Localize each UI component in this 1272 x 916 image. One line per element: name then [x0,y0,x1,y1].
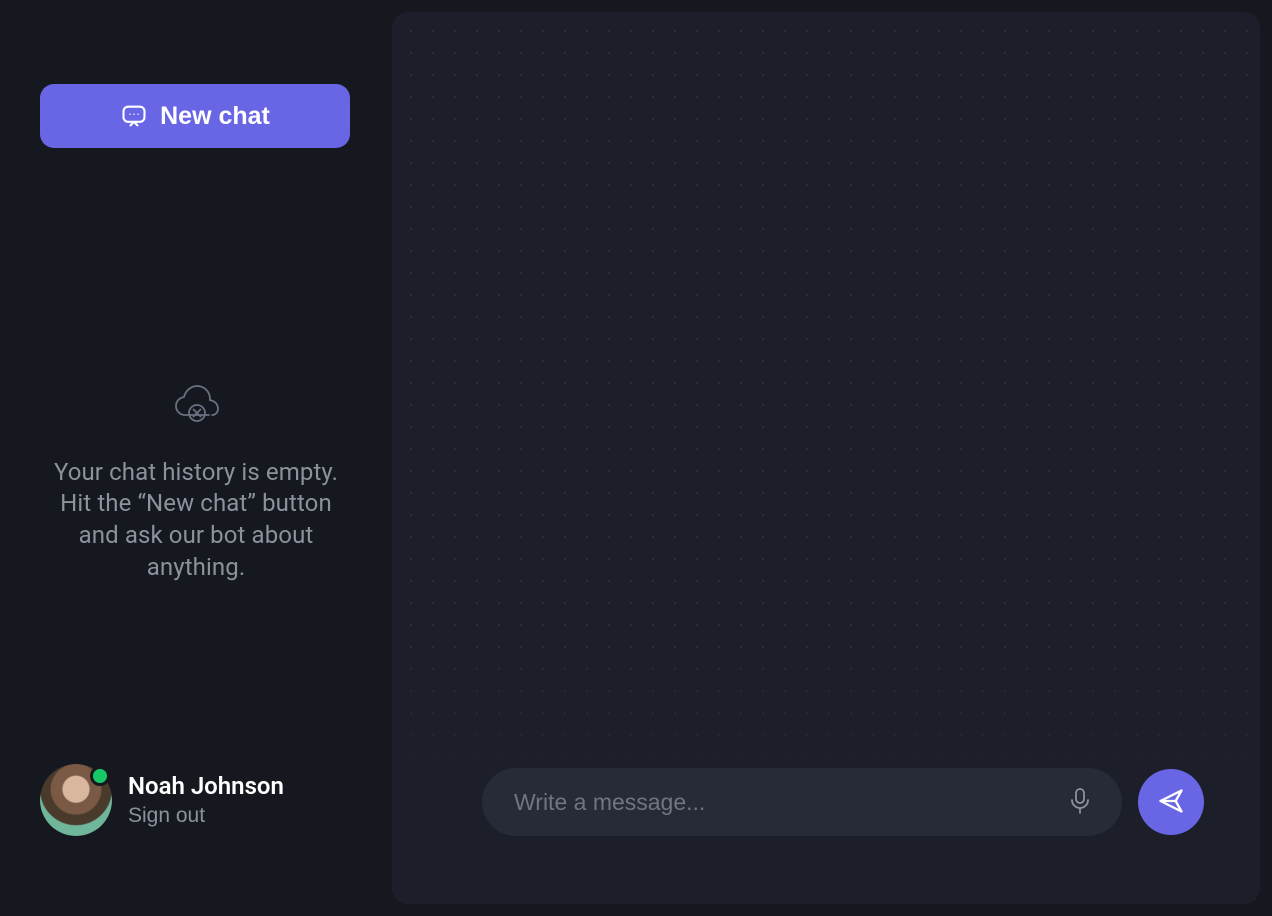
microphone-icon [1068,787,1092,818]
empty-history-text: Your chat history is empty. Hit the “New… [40,457,352,584]
main-panel [392,0,1272,916]
sign-out-button[interactable]: Sign out [128,804,284,828]
composer-row [482,768,1204,836]
chat-history-empty-state: Your chat history is empty. Hit the “New… [40,88,352,876]
user-profile-block: Noah Johnson Sign out [40,764,284,836]
send-button[interactable] [1138,769,1204,835]
sidebar: New chat Your chat history is empty. Hit… [0,0,392,916]
cloud-off-icon [171,381,221,429]
message-composer [482,768,1122,836]
presence-dot-icon [90,766,110,786]
avatar-wrap [40,764,112,836]
microphone-button[interactable] [1060,782,1100,822]
message-input[interactable] [514,789,1060,816]
paper-plane-icon [1157,787,1185,818]
chat-canvas [392,12,1260,904]
user-name: Noah Johnson [128,772,284,800]
